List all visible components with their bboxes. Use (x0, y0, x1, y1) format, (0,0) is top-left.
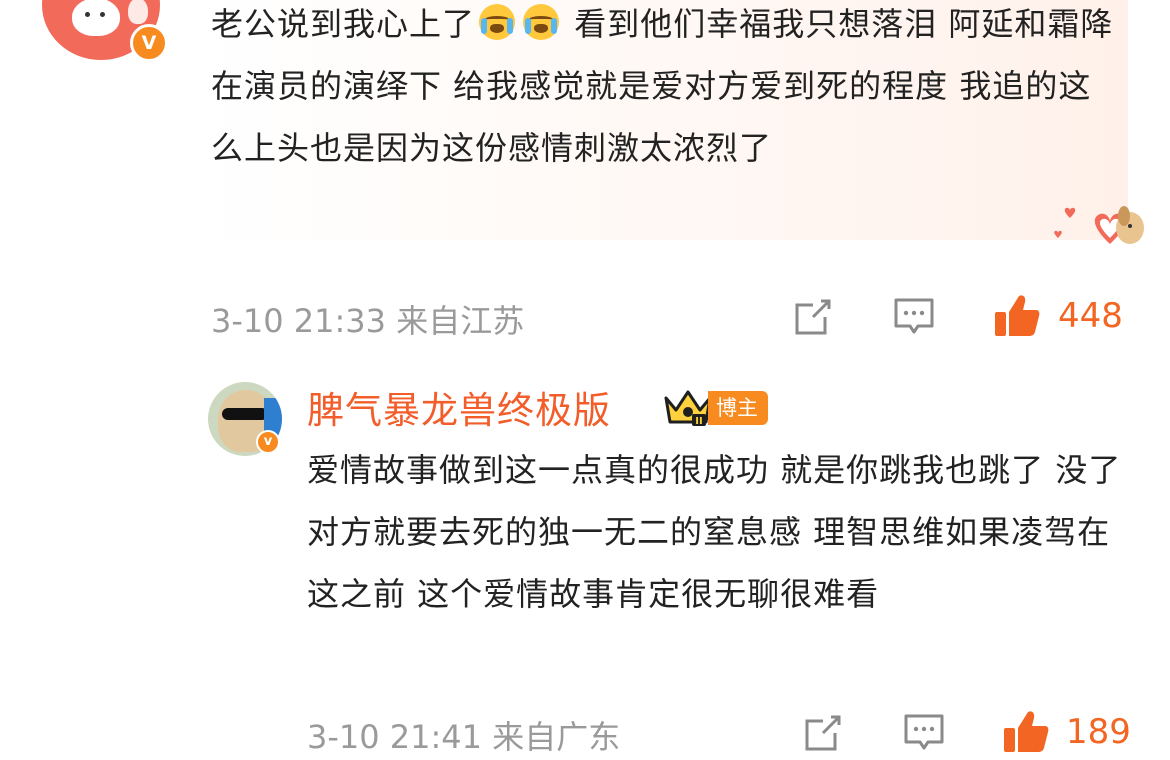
thumbs-up-icon[interactable] (993, 292, 1041, 338)
loudly-crying-face-icon (523, 4, 560, 40)
thumbs-up-icon[interactable] (1002, 708, 1050, 754)
avatar-dog-image (72, 0, 120, 36)
verified-badge: v (256, 430, 280, 454)
avatar-flame-image (128, 0, 148, 24)
like-count: 189 (1066, 712, 1131, 752)
crown-level-icon: II (664, 390, 712, 427)
puppy-heart-sticker-icon (1054, 206, 1144, 244)
comment-text: 老公说到我心上了 看到他们幸福我只想落泪 阿延和霜降在演员的演绎下 给我感觉就是… (211, 0, 1116, 179)
blogger-badge: 博主 (708, 391, 768, 425)
like-count: 448 (1058, 296, 1123, 336)
level-badge-text: II (695, 416, 702, 427)
username[interactable]: 脾气暴龙兽终极版 (307, 380, 611, 434)
avatar-sunglasses-image (222, 408, 268, 420)
comment-icon[interactable] (902, 710, 946, 754)
loudly-crying-face-icon (479, 4, 516, 40)
comment-meta: 3-10 21:33 来自江苏 (211, 302, 525, 340)
comment-text: 爱情故事做到这一点真的很成功 就是你跳我也跳了 没了对方就要去死的独一无二的窒息… (307, 451, 1122, 613)
comment-meta: 3-10 21:41 来自广东 (307, 718, 621, 756)
share-icon[interactable] (791, 295, 835, 339)
comment-icon[interactable] (892, 294, 936, 338)
share-icon[interactable] (801, 711, 845, 755)
verified-badge: V (130, 24, 168, 62)
comment-text-start: 老公说到我心上了 (211, 5, 476, 43)
